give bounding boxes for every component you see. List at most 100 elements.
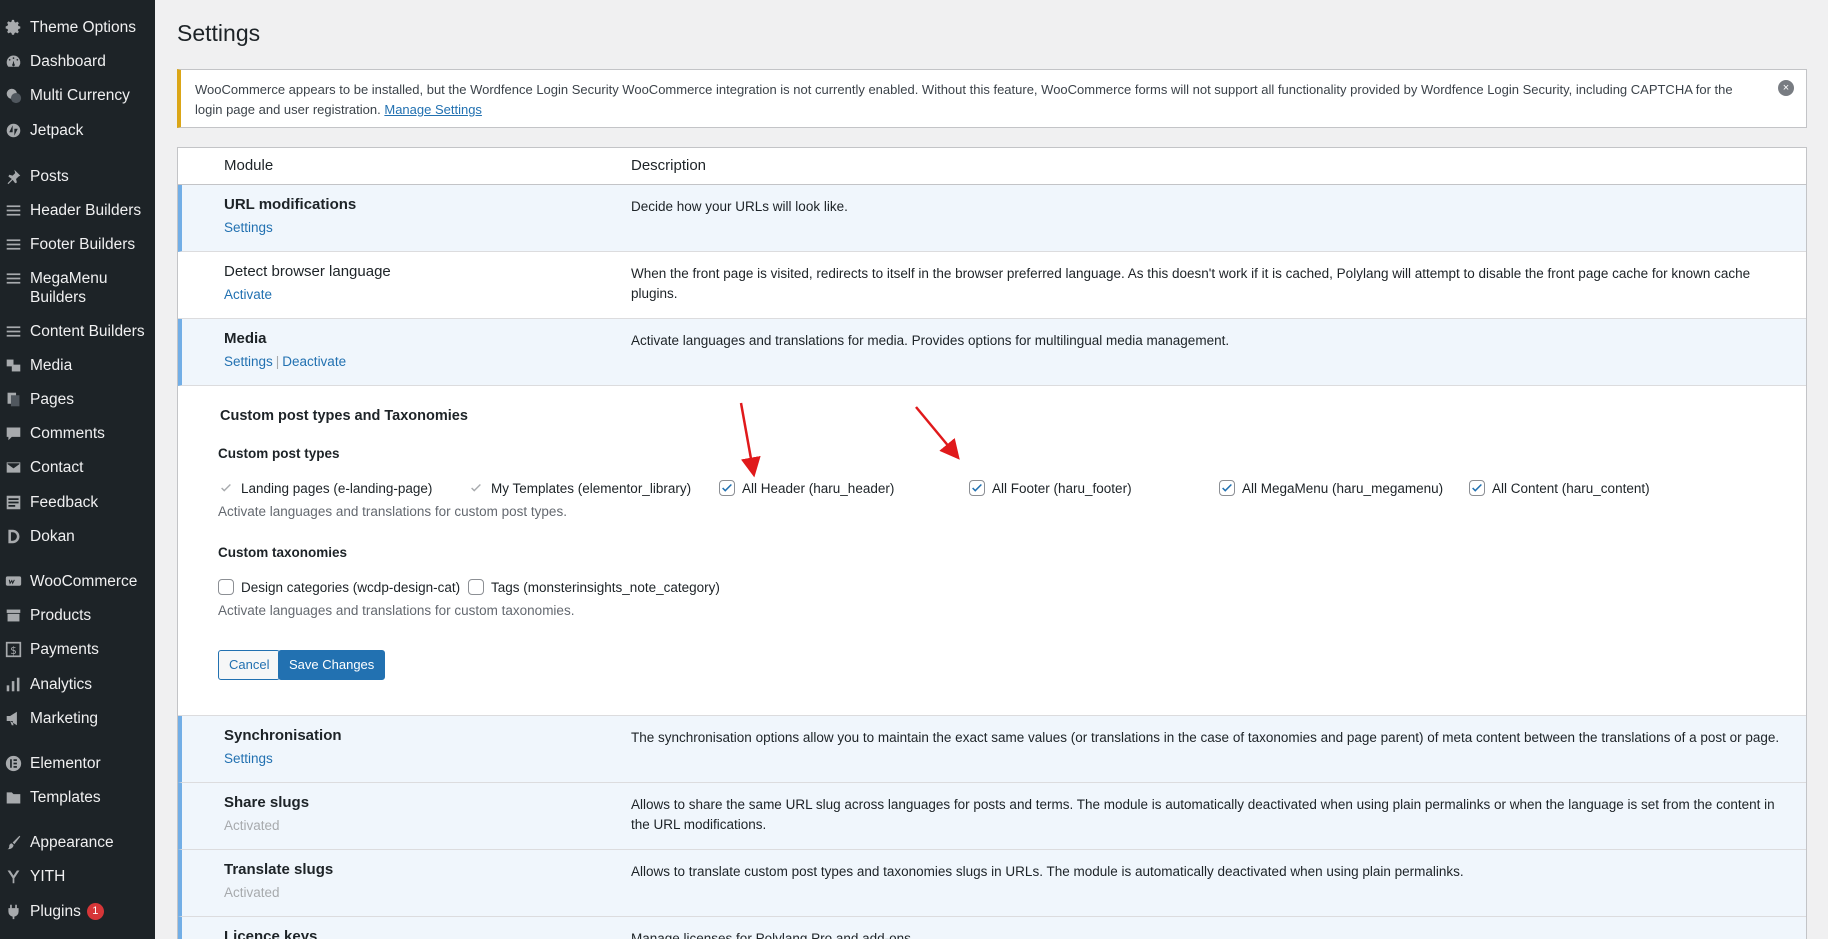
bar-chart-icon	[4, 675, 22, 693]
sidebar-item-dokan[interactable]: Dokan	[0, 527, 155, 546]
sidebar-item-pages[interactable]: Pages	[0, 390, 155, 409]
sidebar-item-multi-currency[interactable]: Multi Currency	[0, 86, 155, 105]
menu-lines-icon	[4, 269, 22, 287]
sidebar-item-label: Contact	[30, 459, 84, 476]
sidebar-item-analytics[interactable]: Analytics	[0, 675, 155, 694]
sidebar-item-label: Theme Options	[30, 19, 136, 36]
dollar-icon: $	[4, 640, 22, 658]
sidebar-item-label: Pages	[30, 391, 74, 408]
sidebar-item-content-builders[interactable]: Content Builders	[0, 322, 155, 341]
sidebar-item-marketing[interactable]: Marketing	[0, 709, 155, 728]
sidebar-item-label: Posts	[30, 168, 69, 185]
settings-link[interactable]: Settings	[224, 220, 273, 235]
sidebar-item-woocommerce[interactable]: WooCommerce	[0, 572, 155, 591]
deactivate-link[interactable]: Deactivate	[282, 354, 346, 369]
sidebar-item-payments[interactable]: $ Payments	[0, 640, 155, 659]
custom-post-types-panel: Custom post types and Taxonomies Custom …	[178, 386, 1806, 716]
sidebar-item-header-builders[interactable]: Header Builders	[0, 201, 155, 220]
checkmark-icon	[218, 480, 234, 496]
module-actions: Settings	[224, 220, 273, 235]
sidebar-item-megamenu-builders[interactable]: MegaMenu Builders	[0, 269, 110, 307]
checkbox-my-templates: My Templates (elementor_library)	[468, 480, 691, 496]
woo-icon	[4, 572, 22, 590]
checkmark-icon	[969, 480, 985, 496]
sidebar-item-comments[interactable]: Comments	[0, 424, 155, 443]
sidebar-item-feedback[interactable]: Feedback	[0, 493, 155, 512]
settings-link[interactable]: Settings	[224, 751, 273, 766]
checkmark-icon	[1219, 480, 1235, 496]
main-content: Settings WooCommerce appears to be insta…	[155, 0, 1828, 939]
sidebar-item-label: Dashboard	[30, 53, 106, 70]
folder-icon	[4, 788, 22, 806]
checkbox-box	[468, 579, 484, 595]
plug-icon	[4, 902, 22, 920]
checkmark-icon	[468, 480, 484, 496]
save-changes-button[interactable]: Save Changes	[278, 650, 386, 680]
checkbox-all-footer[interactable]: All Footer (haru_footer)	[969, 480, 1132, 496]
module-name: URL modifications	[224, 196, 357, 213]
module-name: Detect browser language	[224, 263, 391, 280]
sidebar-item-dashboard[interactable]: Dashboard	[0, 52, 155, 71]
sidebar-item-jetpack[interactable]: Jetpack	[0, 121, 155, 140]
checkbox-all-header[interactable]: All Header (haru_header)	[719, 480, 894, 496]
sidebar-item-templates[interactable]: Templates	[0, 788, 155, 807]
mail-icon	[4, 458, 22, 476]
checkbox-label: All Header (haru_header)	[742, 480, 895, 496]
module-actions: Activate	[224, 287, 272, 302]
table-row-share-slugs: Share slugs Activated Allows to share th…	[178, 783, 1806, 850]
module-actions: Settings	[224, 751, 273, 766]
dismiss-notice-icon[interactable]: ×	[1778, 80, 1794, 96]
megaphone-icon	[4, 709, 22, 727]
sidebar-item-elementor[interactable]: Elementor	[0, 754, 155, 773]
sidebar-item-label: Multi Currency	[30, 87, 130, 104]
sidebar-item-media[interactable]: Media	[0, 356, 155, 375]
panel-title: Custom post types and Taxonomies	[220, 408, 468, 424]
sidebar-item-label: MegaMenu Builders	[30, 270, 108, 306]
checkbox-label: Design categories (wcdp-design-cat)	[241, 579, 461, 595]
pages-icon	[4, 390, 22, 408]
sidebar-item-label: WooCommerce	[30, 573, 138, 590]
module-description: Allows to translate custom post types an…	[631, 864, 1464, 879]
checkbox-all-content[interactable]: All Content (haru_content)	[1469, 480, 1650, 496]
settings-link[interactable]: Settings	[224, 354, 273, 369]
media-icon	[4, 356, 22, 374]
module-description: Allows to share the same URL slug across…	[631, 797, 1775, 832]
checkbox-label: My Templates (elementor_library)	[491, 480, 692, 496]
module-name: Media	[224, 330, 267, 347]
page-title: Settings	[177, 20, 261, 46]
sidebar-item-label-text: Plugins	[30, 903, 81, 920]
table-row-translate-slugs: Translate slugs Activated Allows to tran…	[178, 850, 1806, 917]
cancel-button[interactable]: Cancel	[218, 650, 281, 680]
checkbox-box	[218, 579, 234, 595]
sidebar-item-appearance[interactable]: Appearance	[0, 833, 155, 852]
sidebar-item-footer-builders[interactable]: Footer Builders	[0, 235, 155, 254]
manage-settings-link[interactable]: Manage Settings	[384, 102, 482, 117]
checkbox-design-categories[interactable]: Design categories (wcdp-design-cat)	[218, 579, 460, 595]
sidebar-item-theme-options[interactable]: Theme Options	[0, 18, 155, 37]
module-description: Decide how your URLs will look like.	[631, 199, 848, 214]
sidebar-item-label: Templates	[30, 789, 101, 806]
checkbox-label: All Content (haru_content)	[1492, 480, 1650, 496]
sidebar-item-posts[interactable]: Posts	[0, 167, 155, 186]
checkbox-label: All Footer (haru_footer)	[992, 480, 1132, 496]
elementor-icon	[4, 754, 22, 772]
table-row-media: Media Settings | Deactivate Activate langu…	[178, 319, 1806, 386]
jetpack-icon	[4, 121, 22, 139]
sidebar-item-products[interactable]: Products	[0, 606, 155, 625]
sidebar-item-plugins[interactable]: Plugins 1	[0, 902, 155, 921]
action-separator: |	[275, 354, 280, 369]
module-description: The synchronisation options allow you to…	[631, 730, 1780, 745]
taxonomies-help: Activate languages and translations for …	[218, 603, 575, 618]
sidebar-item-contact[interactable]: Contact	[0, 458, 155, 477]
sidebar-item-yith[interactable]: YITH	[0, 867, 155, 886]
sidebar-item-label: Products	[30, 607, 92, 624]
checkbox-tags[interactable]: Tags (monsterinsights_note_category)	[468, 579, 720, 595]
module-actions: Settings | Deactivate	[224, 354, 346, 369]
activate-link[interactable]: Activate	[224, 287, 272, 302]
admin-sidebar: Theme Options Dashboard Multi Currency J…	[0, 0, 155, 939]
checkmark-icon	[1469, 480, 1485, 496]
checkbox-all-megamenu[interactable]: All MegaMenu (haru_megamenu)	[1219, 480, 1443, 496]
taxonomies-heading: Custom taxonomies	[218, 545, 348, 560]
module-name: Licence keys	[224, 928, 318, 939]
modules-table: Module Description URL modifications Set…	[177, 147, 1807, 939]
